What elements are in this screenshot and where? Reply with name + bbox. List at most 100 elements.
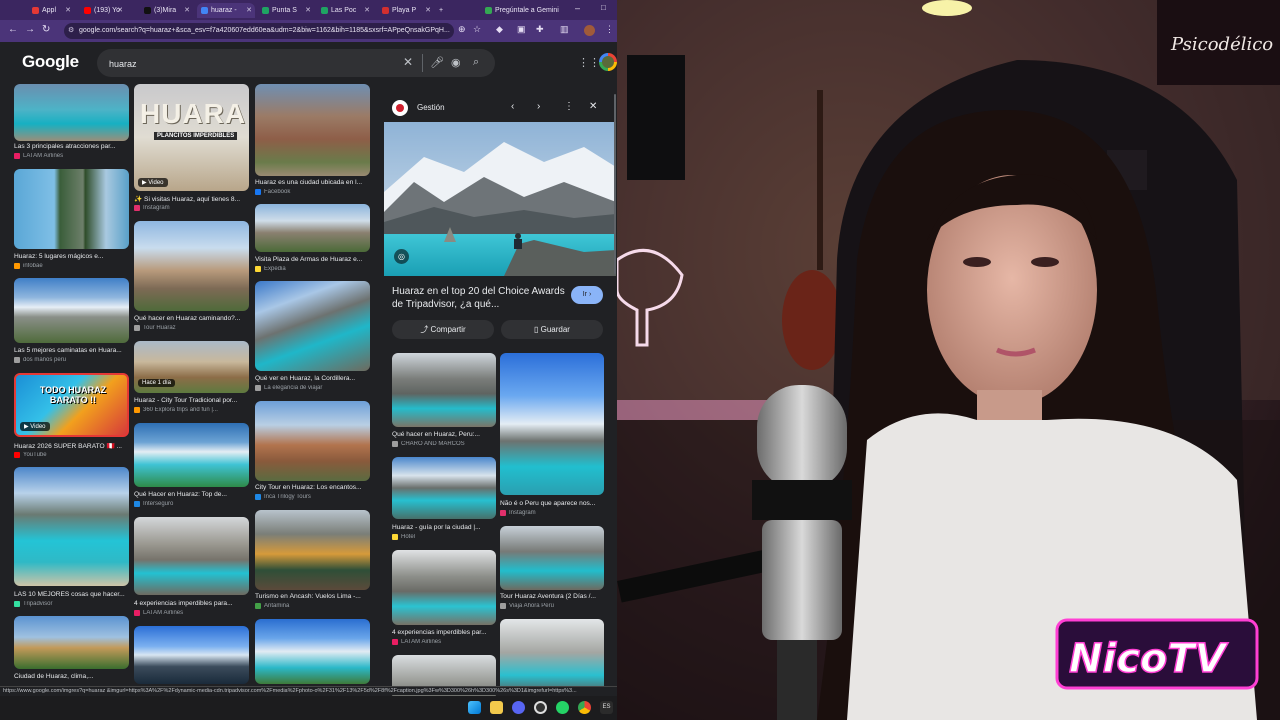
microphone-icon[interactable]: 🎤︎: [430, 56, 444, 69]
close-icon[interactable]: ✕: [589, 101, 597, 112]
result-image[interactable]: [255, 204, 370, 252]
tab-tiktok[interactable]: (3)Mira ✕: [140, 3, 193, 18]
result-image[interactable]: Hace 1 día: [134, 341, 249, 393]
more-options-icon[interactable]: ⋮: [564, 101, 574, 112]
result-image[interactable]: [255, 401, 370, 481]
close-icon[interactable]: ✕: [305, 6, 311, 14]
close-icon[interactable]: ✕: [65, 6, 71, 14]
result-image[interactable]: [14, 169, 129, 249]
result-title[interactable]: Huaraz: 5 lugares mágicos e...: [14, 253, 129, 260]
result-title[interactable]: City Tour en Huaraz: Los encantos...: [255, 484, 370, 491]
avatar[interactable]: [599, 53, 617, 71]
result-source[interactable]: Tour Huaraz: [134, 325, 249, 331]
panel-main-image[interactable]: ◎: [384, 122, 616, 276]
chrome-icon[interactable]: [578, 701, 591, 714]
tab-punta[interactable]: Punta S ✕: [258, 3, 314, 18]
back-arrow-icon[interactable]: ←: [8, 24, 18, 35]
result-source[interactable]: dos manos peru: [14, 357, 129, 363]
panel-scrollbar[interactable]: [614, 94, 616, 274]
prev-arrow-icon[interactable]: ‹: [511, 101, 514, 112]
result-image[interactable]: [134, 423, 249, 487]
system-tray-icon[interactable]: ES: [600, 701, 613, 714]
result-image[interactable]: [134, 517, 249, 595]
panel-source[interactable]: Gestión: [417, 103, 445, 112]
search-box[interactable]: ✕ 🎤︎ ◉ ⌕: [97, 49, 495, 77]
extension-icon[interactable]: ▣: [517, 24, 526, 35]
result-source[interactable]: infobae: [14, 263, 129, 269]
result-title[interactable]: Huaraz - City Tour Tradicional por...: [134, 397, 249, 404]
result-title[interactable]: 4 experiencias imperdibles para...: [134, 600, 249, 607]
related-source[interactable]: Viaja Ahora Perú: [500, 603, 604, 609]
whatsapp-icon[interactable]: [556, 701, 569, 714]
clear-icon[interactable]: ✕: [403, 55, 413, 69]
result-title[interactable]: Qué ver en Huaraz, la Cordillera...: [255, 375, 370, 382]
result-source[interactable]: Antamina: [255, 603, 370, 609]
result-title[interactable]: Las 3 principales atracciones par...: [14, 143, 129, 150]
result-source[interactable]: LATAM Airlines: [14, 153, 129, 159]
result-title[interactable]: Visita Plaza de Armas de Huaraz e...: [255, 256, 370, 263]
related-title[interactable]: Huaraz - guía por la ciudad |...: [392, 524, 496, 531]
result-source[interactable]: YouTube: [14, 452, 129, 458]
related-source[interactable]: CHARO AND MARCOS: [392, 441, 496, 447]
result-source[interactable]: LATAM Airlines: [134, 610, 249, 616]
result-image[interactable]: [14, 467, 129, 586]
result-title[interactable]: Turismo en Áncash: Vuelos Lima -...: [255, 593, 370, 600]
result-title[interactable]: Huaraz es una ciudad ubicada en l...: [255, 179, 370, 186]
result-title[interactable]: Qué hacer en Huaraz caminando?...: [134, 315, 249, 322]
related-image[interactable]: [500, 353, 604, 495]
result-source[interactable]: Inca Trilogy Tours: [255, 494, 370, 500]
result-image[interactable]: [255, 619, 370, 684]
tab-las-poc[interactable]: Las Poc ✕: [317, 3, 373, 18]
result-title[interactable]: Ciudad de Huaraz, clima,...: [14, 673, 129, 680]
google-logo[interactable]: Google: [22, 52, 79, 72]
discord-icon[interactable]: [512, 701, 525, 714]
close-icon[interactable]: ✕: [184, 6, 190, 14]
lens-icon[interactable]: ◉: [451, 56, 461, 69]
visit-button[interactable]: Ir ›: [571, 286, 603, 304]
result-title[interactable]: Las 5 mejores caminatas en Huara...: [14, 347, 129, 354]
related-image[interactable]: [392, 353, 496, 427]
result-image[interactable]: [255, 84, 370, 176]
forward-arrow-icon[interactable]: →: [25, 24, 35, 35]
tab-apple[interactable]: Appl ✕: [28, 3, 74, 18]
windows-start-icon[interactable]: [468, 701, 481, 714]
close-icon[interactable]: ✕: [246, 6, 252, 14]
minimize-icon[interactable]: –: [575, 3, 580, 13]
result-source[interactable]: Expedia: [255, 266, 370, 272]
related-source[interactable]: LATAM Airlines: [392, 639, 496, 645]
site-info-icon[interactable]: ⚙: [68, 23, 74, 39]
result-source[interactable]: Tripadvisor: [14, 601, 129, 607]
save-button[interactable]: ▯ Guardar: [501, 320, 603, 339]
result-image[interactable]: [255, 281, 370, 371]
profile-avatar[interactable]: [584, 25, 595, 36]
tab-youtube[interactable]: (193) Yo ✕: [80, 3, 126, 18]
related-title[interactable]: Qué hacer en Huaraz, Peru:...: [392, 431, 496, 438]
result-image[interactable]: [14, 616, 129, 669]
result-source[interactable]: Interseguro: [134, 501, 249, 507]
related-image[interactable]: [500, 619, 604, 694]
menu-dots-icon[interactable]: ⋮: [605, 24, 614, 35]
obs-icon[interactable]: [534, 701, 547, 714]
related-title[interactable]: Tour Huaraz Aventura (2 Días /...: [500, 593, 604, 600]
bookmark-star-icon[interactable]: ☆: [473, 24, 481, 35]
related-image[interactable]: [500, 526, 604, 590]
related-image[interactable]: [392, 457, 496, 519]
result-image[interactable]: [14, 278, 129, 343]
result-image[interactable]: TODO HUARAZ BARATO !! ▶ Video: [14, 373, 129, 437]
sidepanel-icon[interactable]: ▥: [560, 24, 569, 35]
search-icon[interactable]: ⌕: [473, 56, 479, 69]
file-explorer-icon[interactable]: [490, 701, 503, 714]
related-source[interactable]: Hotel: [392, 534, 496, 540]
close-icon[interactable]: ✕: [117, 6, 123, 14]
gemini-button[interactable]: Pregúntale a Gemini: [481, 3, 561, 18]
result-image[interactable]: HUARA PLANCITOS IMPERDIBLES ▶ Video: [134, 84, 249, 191]
result-title[interactable]: Huaraz 2026 SUPER BARATO 🇵🇪 ...: [14, 442, 129, 450]
share-button[interactable]: ⤴ Compartir: [392, 320, 494, 339]
search-input[interactable]: [107, 55, 391, 73]
result-image[interactable]: [134, 221, 249, 311]
puzzle-icon[interactable]: ✚: [536, 24, 544, 35]
maximize-icon[interactable]: □: [601, 3, 606, 12]
extension-icon[interactable]: ◆: [496, 24, 503, 35]
panel-title[interactable]: Huaraz en el top 20 del Choice Awards de…: [392, 285, 572, 311]
new-tab-button[interactable]: +: [437, 3, 449, 18]
